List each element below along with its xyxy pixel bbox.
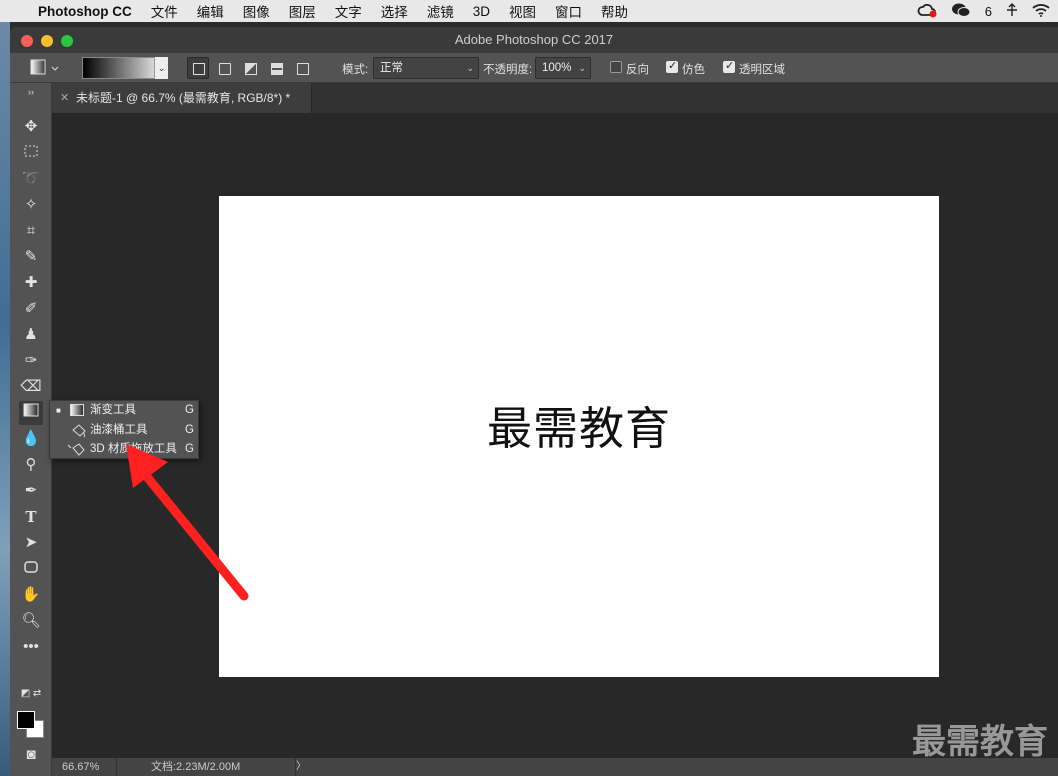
annotation-arrow bbox=[126, 444, 249, 601]
watermark-text: 最需教育 bbox=[912, 722, 1048, 762]
